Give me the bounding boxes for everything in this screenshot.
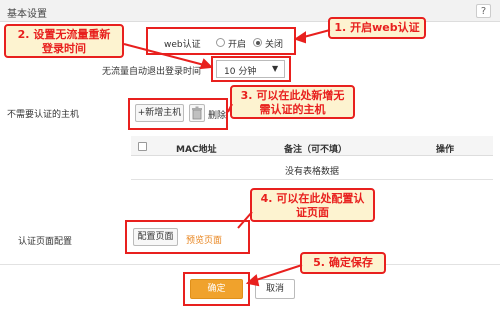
callout-5-arrowhead: [245, 274, 260, 287]
callout-2-arrowhead: [199, 58, 214, 70]
callout-1-arrowhead: [293, 31, 306, 44]
callout-2-arrow: [123, 43, 209, 67]
callout-arrows: [123, 29, 331, 287]
callout-4-arrow: [237, 211, 253, 229]
callout-3-arrow: [227, 103, 233, 113]
callout-5-arrow: [249, 264, 303, 283]
